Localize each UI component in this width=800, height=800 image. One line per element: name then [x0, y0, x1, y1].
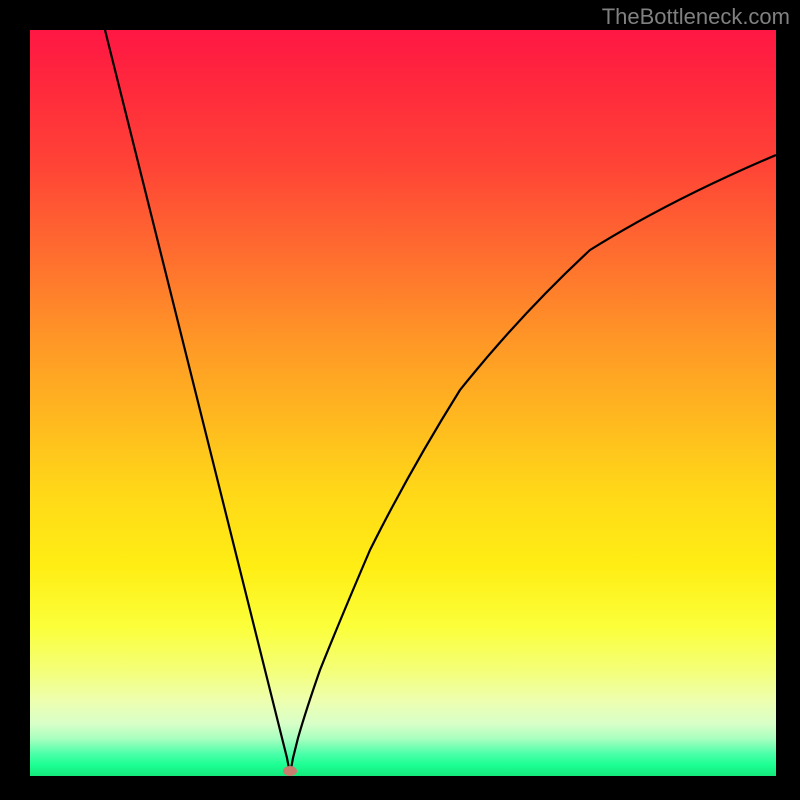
watermark-text: TheBottleneck.com: [602, 4, 790, 30]
plot-area: [30, 30, 776, 776]
curve-svg: [30, 30, 776, 776]
minimum-marker: [283, 766, 297, 776]
bottleneck-curve: [105, 30, 776, 774]
chart-container: TheBottleneck.com: [0, 0, 800, 800]
